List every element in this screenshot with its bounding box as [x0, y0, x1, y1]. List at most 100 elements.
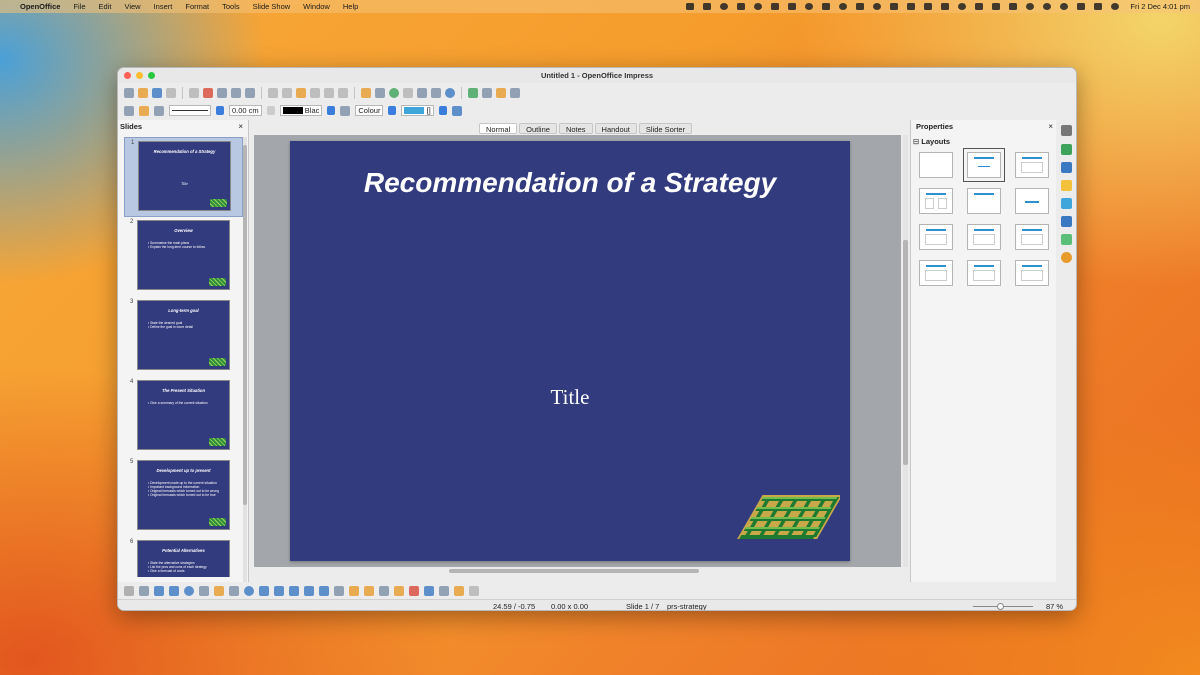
- canvas-vscroll-thumb[interactable]: [903, 240, 908, 465]
- fill-color-select[interactable]: []: [401, 105, 434, 116]
- extrusion-icon[interactable]: [409, 585, 419, 596]
- layout-centered-text[interactable]: [1015, 188, 1049, 214]
- c-app-icon[interactable]: [754, 3, 763, 10]
- rectangle-tool-icon[interactable]: [169, 585, 179, 596]
- flowchart-icon[interactable]: [289, 585, 299, 596]
- grid-icon[interactable]: [403, 87, 413, 98]
- properties-icon[interactable]: [1061, 144, 1072, 155]
- email-icon[interactable]: [166, 87, 176, 98]
- arrow-tool-icon[interactable]: [154, 585, 164, 596]
- table-icon[interactable]: [375, 87, 385, 98]
- master-page-name[interactable]: prs-strategy: [667, 600, 707, 610]
- from-file-icon[interactable]: [379, 585, 389, 596]
- block-arrows-icon[interactable]: [274, 585, 284, 596]
- callouts-icon[interactable]: [304, 585, 314, 596]
- open-folder-icon[interactable]: [138, 87, 148, 98]
- cut-icon[interactable]: [268, 87, 278, 98]
- line-color-select[interactable]: Blac: [279, 105, 323, 116]
- layout-title-2content-content[interactable]: [919, 224, 953, 250]
- new-document-icon[interactable]: [124, 87, 134, 98]
- layout-title-2content-over-content[interactable]: [1015, 224, 1049, 250]
- layout-title-6content[interactable]: [1015, 260, 1049, 286]
- user-icon[interactable]: [822, 3, 831, 10]
- speed-icon[interactable]: [839, 3, 848, 10]
- slide-transition-icon[interactable]: [1061, 198, 1072, 209]
- canvas-vertical-scrollbar[interactable]: [903, 135, 908, 567]
- fill-mode-select[interactable]: Colour: [355, 105, 384, 116]
- check-icon[interactable]: [805, 3, 814, 10]
- slide-design-icon[interactable]: [496, 87, 506, 98]
- menu-edit[interactable]: Edit: [99, 2, 112, 11]
- siri-icon[interactable]: [1111, 3, 1120, 10]
- redo-icon[interactable]: [338, 87, 348, 98]
- yi-icon[interactable]: [788, 3, 797, 10]
- collapse-icon[interactable]: ⊟: [913, 137, 919, 146]
- tab-notes[interactable]: Notes: [558, 123, 593, 134]
- zoom-slider[interactable]: [973, 603, 1033, 610]
- menu-help[interactable]: Help: [343, 2, 358, 11]
- layout-title-content-2content[interactable]: [967, 224, 1001, 250]
- dropbox-icon[interactable]: [686, 3, 695, 10]
- record-icon[interactable]: [720, 3, 729, 10]
- tab-normal[interactable]: Normal: [479, 123, 518, 134]
- slides-scrollbar-thumb[interactable]: [243, 145, 247, 505]
- curve-tool-icon[interactable]: [214, 585, 224, 596]
- symbol-shapes-icon[interactable]: [259, 585, 269, 596]
- menu-file[interactable]: File: [73, 2, 85, 11]
- shield-icon[interactable]: [737, 3, 746, 10]
- layout-title-slide[interactable]: [963, 148, 1005, 182]
- menu-format[interactable]: Format: [185, 2, 209, 11]
- line-width-stepper[interactable]: [266, 106, 275, 115]
- spellcheck-icon[interactable]: [231, 87, 241, 98]
- close-slides-pane-button[interactable]: ×: [238, 120, 243, 134]
- chart-icon[interactable]: [361, 87, 371, 98]
- slide-thumbnail-4[interactable]: 4 The Present Situation • Give a summary…: [118, 377, 243, 457]
- export-pdf-icon[interactable]: [203, 87, 213, 98]
- control-center-icon[interactable]: [1094, 3, 1103, 10]
- current-slide[interactable]: Recommendation of a Strategy Title: [290, 141, 850, 561]
- glue-points-icon[interactable]: [349, 585, 359, 596]
- clone-formatting-icon[interactable]: [310, 87, 320, 98]
- toggle-icon[interactable]: [958, 3, 967, 10]
- slide-icon[interactable]: [468, 87, 478, 98]
- styles-icon[interactable]: [124, 105, 134, 116]
- layout-title-content-over-content[interactable]: [919, 260, 953, 286]
- keyboard-icon[interactable]: [975, 3, 984, 10]
- arrow-style-icon[interactable]: [154, 105, 164, 116]
- layouts-section-header[interactable]: ⊟ Layouts: [911, 137, 1056, 146]
- gallery-tool-icon[interactable]: [394, 585, 404, 596]
- fill-mode-dropdown[interactable]: [388, 106, 397, 115]
- custom-animation-icon[interactable]: [1061, 180, 1072, 191]
- zoom-level[interactable]: 87 %: [1046, 600, 1063, 610]
- start-slideshow-icon[interactable]: [510, 87, 520, 98]
- line-style-dropdown[interactable]: [216, 106, 224, 115]
- align-icon[interactable]: [439, 585, 449, 596]
- connector-tool-icon[interactable]: [229, 585, 239, 596]
- close-window-button[interactable]: [124, 72, 131, 79]
- line-icon[interactable]: [139, 105, 149, 116]
- menubar-clock[interactable]: Fri 2 Dec 4:01 pm: [1130, 2, 1190, 11]
- copy-icon[interactable]: [282, 87, 292, 98]
- ellipse-tool-icon[interactable]: [184, 585, 194, 596]
- print-icon[interactable]: [217, 87, 227, 98]
- area-icon[interactable]: [340, 105, 351, 116]
- window-titlebar[interactable]: Untitled 1 - OpenOffice Impress: [118, 68, 1076, 83]
- points-icon[interactable]: [334, 585, 344, 596]
- app-icon[interactable]: [771, 3, 780, 10]
- menu-window[interactable]: Window: [303, 2, 330, 11]
- line-width-field[interactable]: 0.00 cm: [229, 105, 262, 116]
- search-icon[interactable]: [1043, 3, 1052, 10]
- menu-view[interactable]: View: [124, 2, 140, 11]
- canvas-horizontal-scrollbar[interactable]: [449, 569, 699, 573]
- layout-blank[interactable]: [919, 152, 953, 178]
- slide-thumbnail-2[interactable]: 2 Overview • Summarise the main plans • …: [118, 217, 243, 297]
- menu-icon[interactable]: [1061, 125, 1072, 136]
- layout-title-4content[interactable]: [967, 260, 1001, 286]
- globe-icon[interactable]: [873, 3, 882, 10]
- volume-icon[interactable]: [1077, 3, 1086, 10]
- slide-layout-icon[interactable]: [482, 87, 492, 98]
- gallery-icon[interactable]: [1061, 234, 1072, 245]
- fill-color-dropdown[interactable]: [438, 106, 447, 115]
- help-icon[interactable]: [445, 87, 455, 98]
- leaf-icon[interactable]: [907, 3, 916, 10]
